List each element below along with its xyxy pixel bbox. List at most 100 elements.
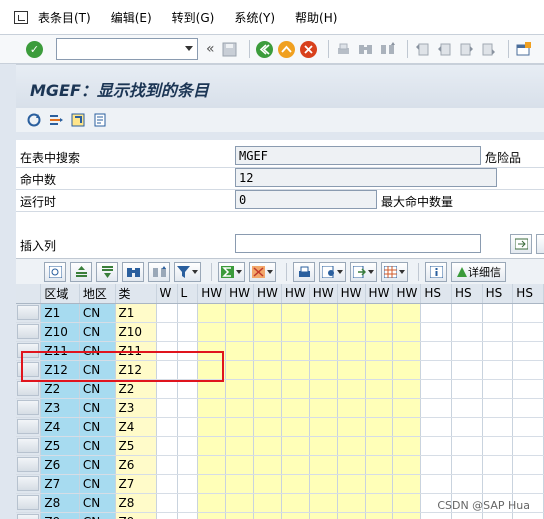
table-cell-empty[interactable]	[156, 455, 178, 475]
table-cell-empty[interactable]	[197, 398, 227, 418]
table-cell-empty[interactable]	[253, 398, 282, 418]
cancel-icon[interactable]	[299, 40, 317, 58]
table-cell[interactable]: Z3	[40, 398, 80, 418]
column-header[interactable]: W	[156, 284, 178, 304]
table-cell-empty[interactable]	[512, 341, 544, 361]
table-cell-empty[interactable]	[225, 512, 254, 519]
table-cell-empty[interactable]	[281, 436, 310, 456]
table-cell[interactable]: Z10	[115, 322, 157, 342]
table-cell-empty[interactable]	[365, 455, 394, 475]
insert-column-field[interactable]	[235, 234, 481, 253]
table-cell-empty[interactable]	[225, 341, 254, 361]
table-cell-empty[interactable]	[482, 455, 514, 475]
table-cell-empty[interactable]	[281, 341, 310, 361]
table-cell-empty[interactable]	[177, 512, 199, 519]
table-cell-empty[interactable]	[420, 360, 452, 380]
table-cell-empty[interactable]	[512, 512, 544, 519]
table-cell-empty[interactable]	[512, 360, 544, 380]
table-cell-empty[interactable]	[197, 417, 227, 437]
table-cell-empty[interactable]	[281, 360, 310, 380]
table-cell[interactable]: Z9	[115, 512, 157, 519]
find-icon[interactable]	[357, 41, 374, 58]
table-cell-empty[interactable]	[156, 417, 178, 437]
table-cell-empty[interactable]	[156, 493, 178, 513]
table-cell-empty[interactable]	[225, 436, 254, 456]
table-cell-empty[interactable]	[451, 322, 483, 342]
filter-button[interactable]	[174, 261, 201, 282]
menu-item-table-entry[interactable]: 表条目(T)	[38, 9, 91, 26]
table-row[interactable]: Z4 CN Z4	[16, 417, 544, 437]
exit-icon[interactable]	[277, 40, 295, 58]
table-cell-empty[interactable]	[482, 379, 514, 399]
table-cell-empty[interactable]	[451, 379, 483, 399]
insert-column-button[interactable]	[510, 234, 532, 254]
table-cell-empty[interactable]	[392, 436, 422, 456]
table-cell-empty[interactable]	[392, 303, 422, 323]
table-cell-empty[interactable]	[337, 417, 366, 437]
find-next-button[interactable]	[148, 261, 170, 282]
table-cell-empty[interactable]	[392, 512, 422, 519]
table-cell[interactable]: Z10	[40, 322, 80, 342]
column-header[interactable]: HW	[337, 284, 366, 304]
table-cell-empty[interactable]	[365, 417, 394, 437]
table-cell-empty[interactable]	[156, 303, 178, 323]
row-selector[interactable]	[16, 417, 42, 437]
print-icon[interactable]	[335, 41, 352, 58]
table-cell-empty[interactable]	[197, 322, 227, 342]
table-row[interactable]: Z10 CN Z10	[16, 322, 544, 342]
next-page-icon[interactable]	[458, 41, 475, 58]
table-cell-empty[interactable]	[156, 436, 178, 456]
table-cell-empty[interactable]	[225, 379, 254, 399]
column-header[interactable]: HS	[512, 284, 544, 304]
table-cell-empty[interactable]	[365, 436, 394, 456]
table-cell-empty[interactable]	[225, 303, 254, 323]
print-preview-button[interactable]	[293, 261, 315, 282]
table-cell-empty[interactable]	[512, 455, 544, 475]
table-cell-empty[interactable]	[420, 512, 452, 519]
table-cell-empty[interactable]	[253, 493, 282, 513]
table-cell-empty[interactable]	[309, 512, 338, 519]
system-menu-icon[interactable]	[14, 10, 28, 24]
table-cell-empty[interactable]	[512, 322, 544, 342]
table-cell[interactable]: Z5	[115, 436, 157, 456]
table-cell[interactable]: CN	[79, 322, 116, 342]
sort-descending-button[interactable]	[96, 261, 118, 282]
table-cell-empty[interactable]	[420, 341, 452, 361]
table-cell-empty[interactable]	[197, 436, 227, 456]
menu-item-goto[interactable]: 转到(G)	[172, 9, 215, 26]
table-cell-empty[interactable]	[512, 417, 544, 437]
menu-item-edit[interactable]: 编辑(E)	[111, 9, 152, 26]
table-cell-empty[interactable]	[420, 322, 452, 342]
table-cell-empty[interactable]	[392, 322, 422, 342]
table-cell-empty[interactable]	[512, 379, 544, 399]
table-cell-empty[interactable]	[225, 360, 254, 380]
table-cell[interactable]: Z7	[40, 474, 80, 494]
table-cell-empty[interactable]	[420, 455, 452, 475]
save-icon[interactable]	[221, 41, 238, 58]
first-page-icon[interactable]	[414, 41, 431, 58]
row-selector[interactable]	[16, 493, 42, 513]
row-selector[interactable]	[16, 474, 42, 494]
table-cell-empty[interactable]	[253, 303, 282, 323]
table-cell-empty[interactable]	[281, 455, 310, 475]
table-cell-empty[interactable]	[253, 322, 282, 342]
last-page-icon[interactable]	[480, 41, 497, 58]
column-header[interactable]: HW	[365, 284, 394, 304]
select-all-cell[interactable]	[16, 284, 42, 304]
table-cell-empty[interactable]	[281, 379, 310, 399]
table-cell-empty[interactable]	[482, 512, 514, 519]
table-cell-empty[interactable]	[451, 436, 483, 456]
table-cell-empty[interactable]	[337, 341, 366, 361]
table-cell-empty[interactable]	[337, 398, 366, 418]
table-row[interactable]: Z7 CN Z7	[16, 474, 544, 494]
table-cell-empty[interactable]	[281, 493, 310, 513]
table-cell-empty[interactable]	[337, 512, 366, 519]
table-cell-empty[interactable]	[451, 341, 483, 361]
table-cell-empty[interactable]	[225, 493, 254, 513]
command-field[interactable]	[56, 38, 198, 60]
table-cell-empty[interactable]	[365, 493, 394, 513]
table-cell-empty[interactable]	[253, 379, 282, 399]
table-cell-empty[interactable]	[337, 436, 366, 456]
details-button[interactable]	[44, 261, 66, 282]
table-cell-empty[interactable]	[482, 417, 514, 437]
